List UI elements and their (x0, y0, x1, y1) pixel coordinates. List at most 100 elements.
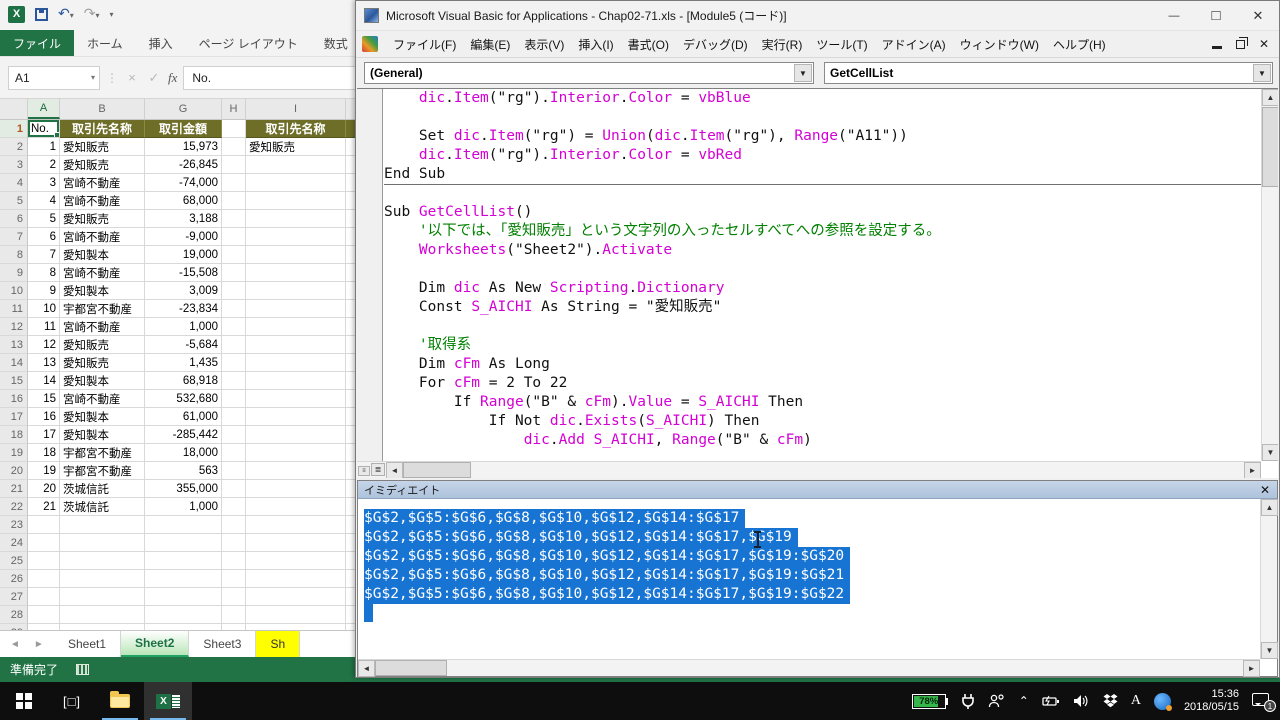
close-button[interactable] (1237, 1, 1279, 31)
row-header-14[interactable]: 14 (0, 354, 28, 372)
menu-実行[interactable]: 実行(R) (755, 32, 810, 57)
cell-G28[interactable] (145, 606, 222, 624)
cell-A10[interactable]: 9 (28, 282, 60, 300)
scroll-right-icon[interactable] (1243, 660, 1260, 677)
immediate-content[interactable]: $G$2,$G$5:$G$6,$G$8,$G$10,$G$12,$G$14:$G… (358, 499, 1260, 659)
child-close-icon[interactable] (1259, 37, 1269, 51)
row-header-24[interactable]: 24 (0, 534, 28, 552)
column-header-H[interactable]: H (222, 99, 246, 119)
menu-書式[interactable]: 書式(O) (621, 32, 676, 57)
notification-icon[interactable]: 1 (1252, 692, 1272, 710)
sheet-nav-prev-icon[interactable]: ◄ (10, 639, 20, 650)
cell-H3[interactable] (222, 156, 246, 174)
cell-A5[interactable]: 4 (28, 192, 60, 210)
cell-A14[interactable]: 13 (28, 354, 60, 372)
cell-A17[interactable]: 16 (28, 408, 60, 426)
file-explorer-button[interactable] (96, 682, 144, 720)
cell-H16[interactable] (222, 390, 246, 408)
cell-G18[interactable]: -285,442 (145, 426, 222, 444)
scroll-left-icon[interactable] (386, 462, 403, 478)
cell-H24[interactable] (222, 534, 246, 552)
menu-デバッグ[interactable]: デバッグ(D) (676, 32, 755, 57)
row-header-20[interactable]: 20 (0, 462, 28, 480)
cell-H8[interactable] (222, 246, 246, 264)
scroll-down-icon[interactable] (1262, 444, 1278, 461)
cell-I18[interactable] (246, 426, 346, 444)
cell-H19[interactable] (222, 444, 246, 462)
cell-B6[interactable]: 愛知販売 (60, 210, 145, 228)
cell-B19[interactable]: 宇都宮不動産 (60, 444, 145, 462)
cell-A4[interactable]: 3 (28, 174, 60, 192)
cell-G27[interactable] (145, 588, 222, 606)
cell-A12[interactable]: 11 (28, 318, 60, 336)
cell-G21[interactable]: 355,000 (145, 480, 222, 498)
cell-G26[interactable] (145, 570, 222, 588)
immediate-title-bar[interactable]: イミディエイト ✕ (358, 481, 1277, 499)
cell-A21[interactable]: 20 (28, 480, 60, 498)
row-header-17[interactable]: 17 (0, 408, 28, 426)
start-button[interactable] (0, 682, 48, 720)
scroll-up-icon[interactable] (1261, 499, 1278, 516)
cell-B5[interactable]: 宮崎不動産 (60, 192, 145, 210)
cell-B27[interactable] (60, 588, 145, 606)
sheet-tab-Sh[interactable]: Sh (256, 631, 300, 657)
cell-B14[interactable]: 愛知販売 (60, 354, 145, 372)
maximize-button[interactable] (1195, 1, 1237, 31)
cell-A16[interactable]: 15 (28, 390, 60, 408)
cell-B18[interactable]: 愛知製本 (60, 426, 145, 444)
cell-A3[interactable]: 2 (28, 156, 60, 174)
macro-record-icon[interactable] (76, 664, 89, 675)
hidden-icons-chevron[interactable]: ⌃ (1019, 694, 1029, 708)
formula-bar-input[interactable]: No. (183, 66, 360, 90)
cell-H15[interactable] (222, 372, 246, 390)
cell-G7[interactable]: -9,000 (145, 228, 222, 246)
sheet-tab-Sheet2[interactable]: Sheet2 (121, 631, 189, 657)
cell-H25[interactable] (222, 552, 246, 570)
menu-ウィンドウ[interactable]: ウィンドウ(W) (953, 32, 1046, 57)
row-header-4[interactable]: 4 (0, 174, 28, 192)
cell-G15[interactable]: 68,918 (145, 372, 222, 390)
row-header-13[interactable]: 13 (0, 336, 28, 354)
row-header-11[interactable]: 11 (0, 300, 28, 318)
cell-B3[interactable]: 愛知販売 (60, 156, 145, 174)
cell-H2[interactable] (222, 138, 246, 156)
code-vertical-scrollbar[interactable] (1261, 89, 1278, 461)
cell-H13[interactable] (222, 336, 246, 354)
cell-H5[interactable] (222, 192, 246, 210)
cell-A7[interactable]: 6 (28, 228, 60, 246)
immediate-vertical-scrollbar[interactable] (1260, 499, 1277, 659)
dropbox-icon[interactable] (1103, 694, 1118, 708)
row-header-22[interactable]: 22 (0, 498, 28, 516)
vba-title-bar[interactable]: Microsoft Visual Basic for Applications … (356, 1, 1279, 31)
cell-G11[interactable]: -23,834 (145, 300, 222, 318)
cell-B26[interactable] (60, 570, 145, 588)
cell-A23[interactable] (28, 516, 60, 534)
cell-I19[interactable] (246, 444, 346, 462)
row-header-10[interactable]: 10 (0, 282, 28, 300)
sheet-nav-next-icon[interactable]: ► (34, 639, 44, 650)
cell-G5[interactable]: 68,000 (145, 192, 222, 210)
cell-B20[interactable]: 宇都宮不動産 (60, 462, 145, 480)
cell-A25[interactable] (28, 552, 60, 570)
cell-I22[interactable] (246, 498, 346, 516)
row-header-9[interactable]: 9 (0, 264, 28, 282)
cell-A11[interactable]: 10 (28, 300, 60, 318)
cell-G17[interactable]: 61,000 (145, 408, 222, 426)
cancel-icon[interactable]: × (124, 70, 140, 85)
cell-I23[interactable] (246, 516, 346, 534)
column-header-B[interactable]: B (60, 99, 145, 119)
cell-B13[interactable]: 愛知販売 (60, 336, 145, 354)
cell-I4[interactable] (246, 174, 346, 192)
cell-B24[interactable] (60, 534, 145, 552)
cell-I12[interactable] (246, 318, 346, 336)
scrollbar-thumb[interactable] (1262, 107, 1278, 187)
power-icon[interactable] (1042, 695, 1060, 707)
cell-I6[interactable] (246, 210, 346, 228)
cell-B23[interactable] (60, 516, 145, 534)
redo-icon[interactable]: ↷▾ (84, 6, 100, 23)
cell-B2[interactable]: 愛知販売 (60, 138, 145, 156)
procedure-view-icon[interactable]: ≡ (358, 466, 370, 476)
cell-B11[interactable]: 宇都宮不動産 (60, 300, 145, 318)
plug-icon[interactable] (961, 693, 975, 709)
cell-A28[interactable] (28, 606, 60, 624)
